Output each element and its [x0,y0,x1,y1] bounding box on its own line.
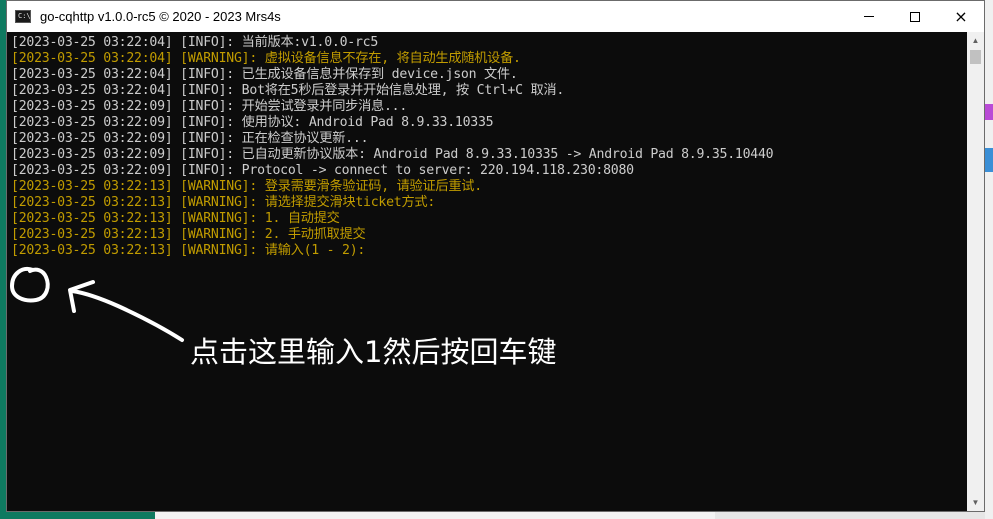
annotation-drawing [9,267,184,342]
annotation-instruction: 点击这里输入1然后按回车键 [190,335,557,369]
annotation-arrow-icon [70,289,184,342]
annotation-circle-icon [9,267,50,303]
